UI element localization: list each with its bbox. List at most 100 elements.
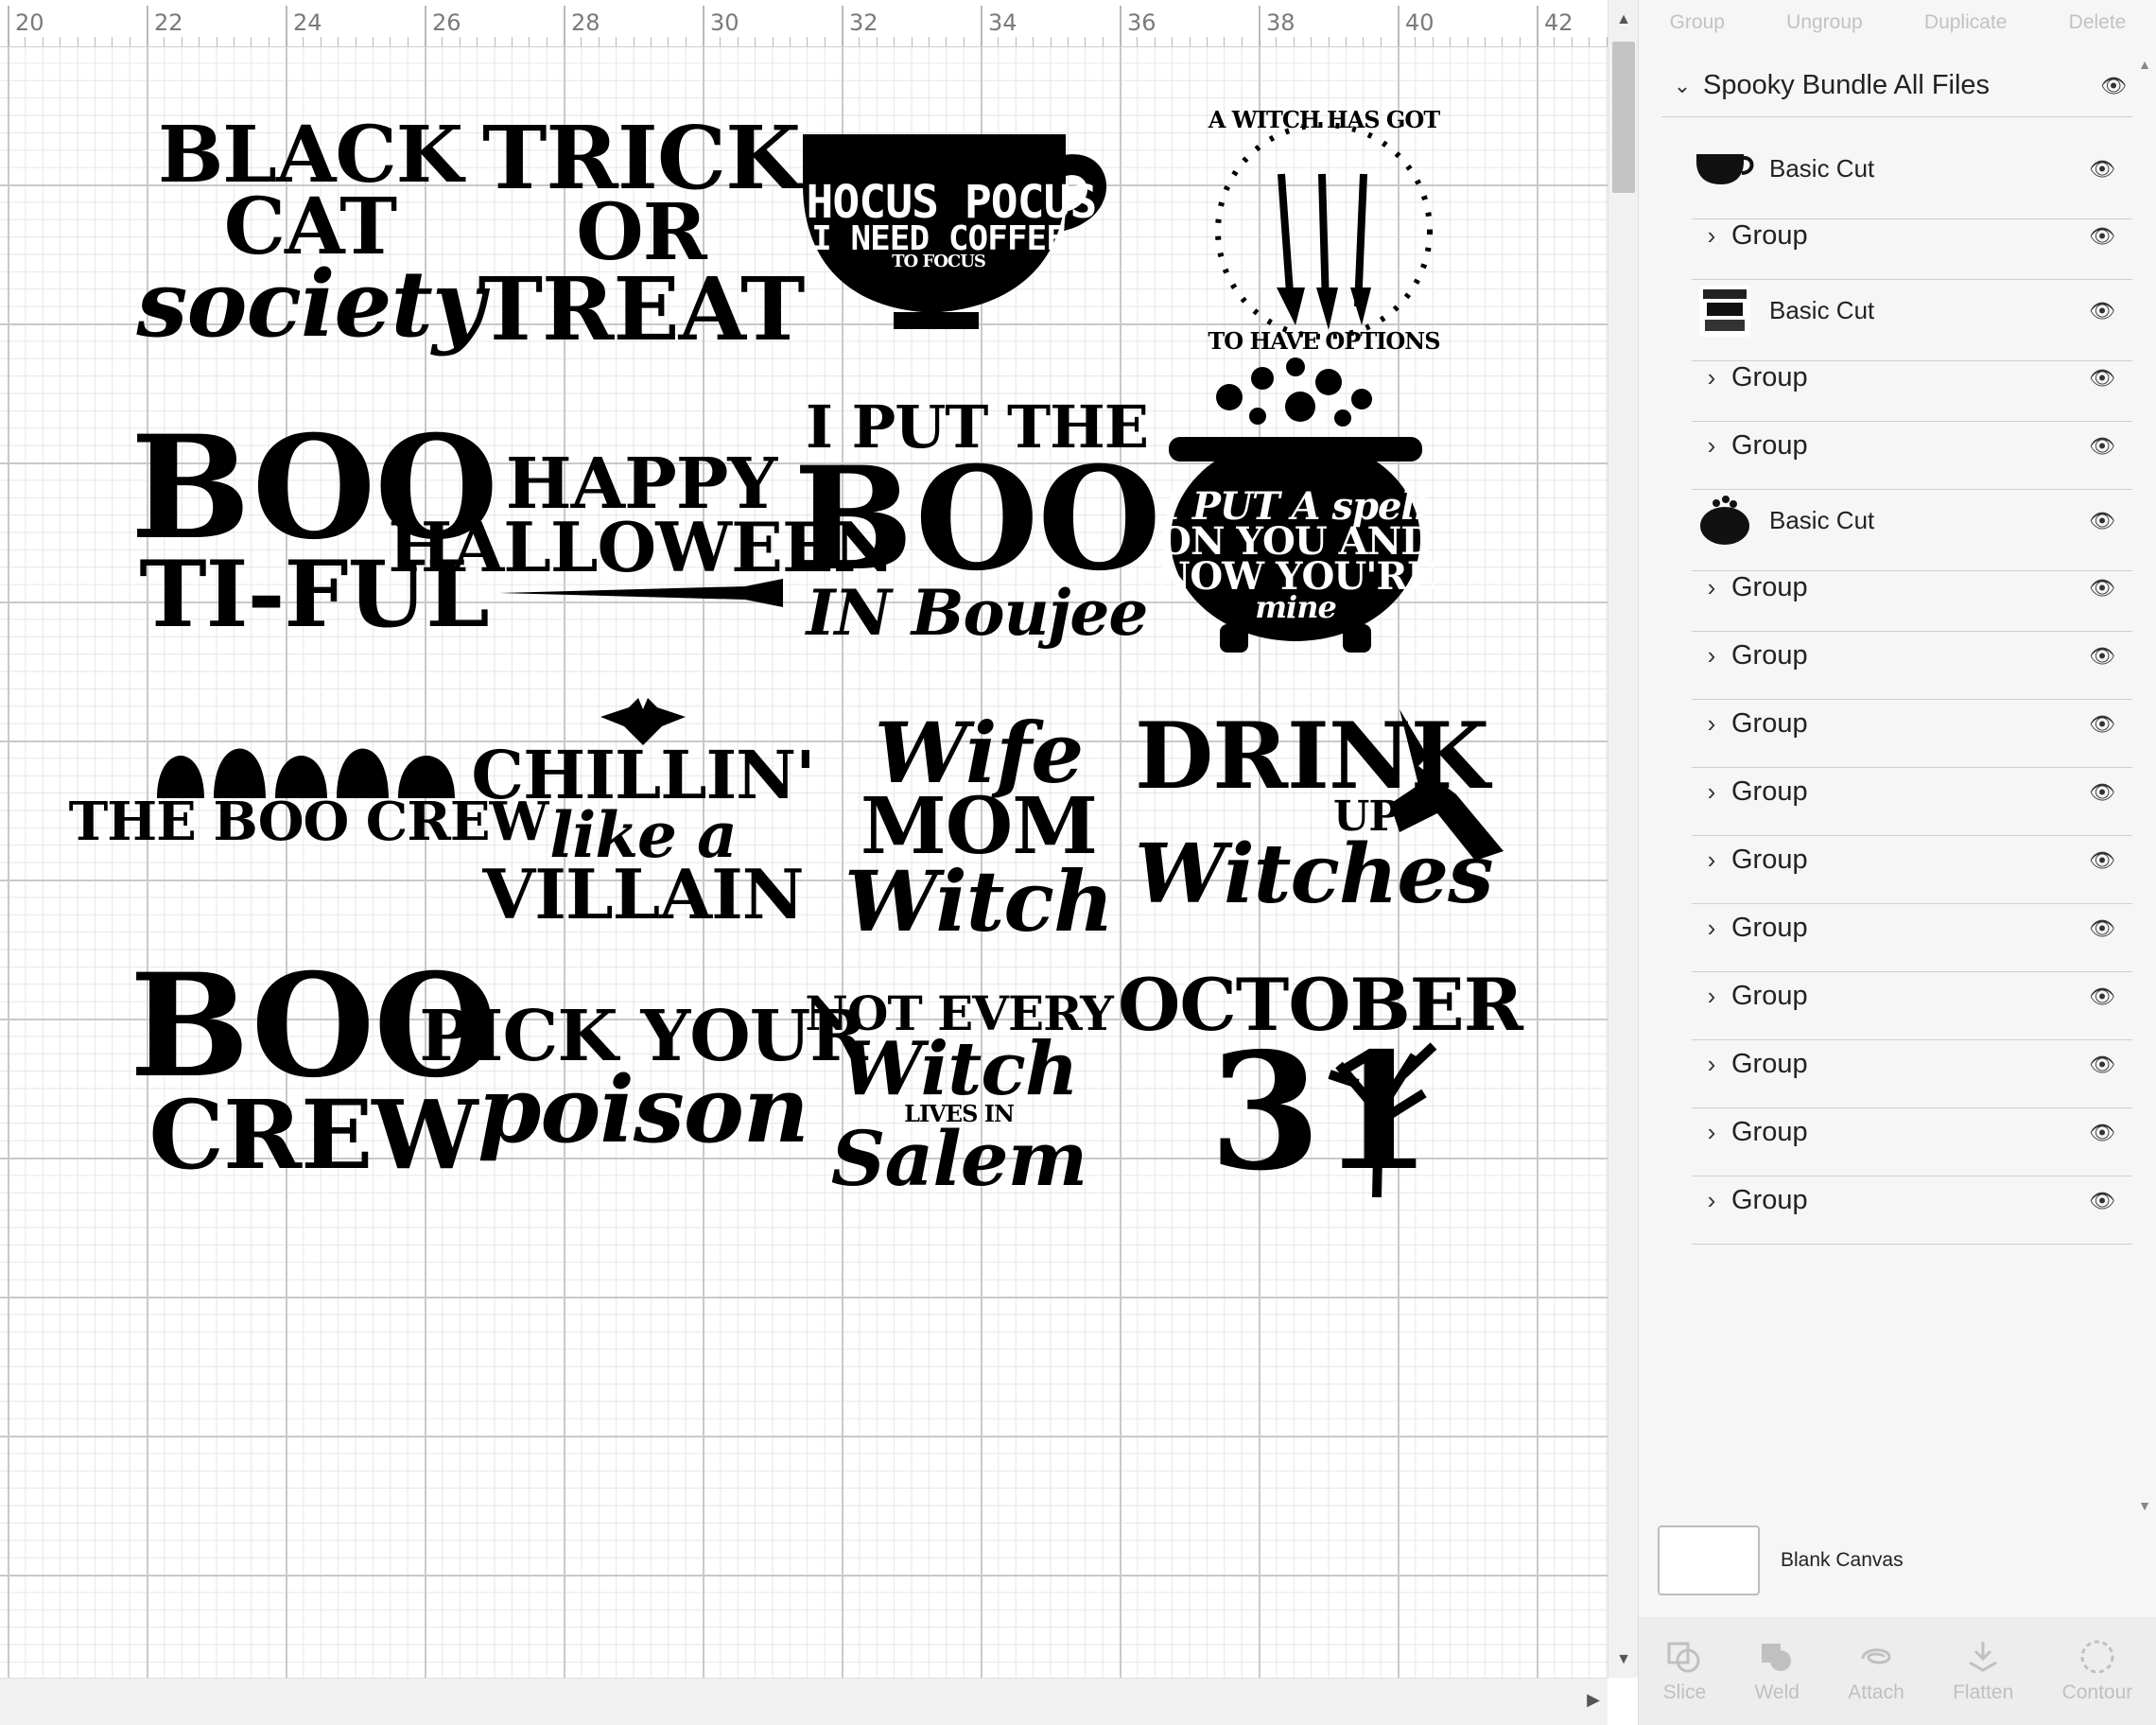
visibility-eye-icon[interactable]: 👁: [2083, 1121, 2121, 1145]
ruler-minor-tick: [1363, 37, 1365, 46]
design-october-31[interactable]: OCTOBER 31: [1118, 942, 1523, 1216]
design-black-cat-society[interactable]: BLACK CAT society: [136, 87, 484, 380]
design-text: CREW: [148, 1079, 478, 1191]
slice-button[interactable]: Slice: [1663, 1638, 1706, 1704]
design-boo-in-boujee[interactable]: I PUT THE BOO IN Boujee: [793, 365, 1161, 677]
design-boo-crew[interactable]: BOO CREW: [130, 942, 497, 1197]
design-text: HOCUS POCUS: [806, 176, 1098, 230]
blank-canvas-row[interactable]: Blank Canvas: [1639, 1511, 2156, 1610]
ruler-minor-tick: [511, 37, 513, 46]
design-text: TRICK: [481, 106, 801, 209]
canvas-vertical-scrollbar[interactable]: ▲ ▼: [1608, 0, 1638, 1678]
design-canvas[interactable]: 20 22 24 26 28 30 32 34 36 38 40 42 BLACK CAT socie…: [0, 0, 1638, 1725]
chevron-right-icon[interactable]: ›: [1692, 431, 1731, 461]
scroll-up-icon[interactable]: ▲: [1608, 11, 1638, 28]
scroll-up-icon[interactable]: ▲: [2137, 57, 2152, 72]
layer-label: Group: [1731, 572, 1808, 602]
ruler-major-tick: [147, 6, 148, 46]
ruler-minor-tick: [25, 37, 26, 46]
visibility-eye-icon[interactable]: 👁: [2083, 984, 2121, 1009]
ruler-minor-tick: [1293, 37, 1295, 46]
flatten-button[interactable]: Flatten: [1953, 1638, 2013, 1704]
ruler-minor-tick: [303, 37, 304, 46]
ruler-minor-tick: [60, 37, 61, 46]
ruler-minor-tick: [1137, 37, 1139, 46]
visibility-eye-icon[interactable]: 👁: [2083, 576, 2121, 601]
layers-scrollbar[interactable]: ▲ ▼: [2137, 57, 2152, 1513]
chevron-right-icon[interactable]: ›: [1692, 1050, 1731, 1079]
ruler-minor-tick: [494, 37, 496, 46]
chevron-right-icon[interactable]: ›: [1692, 709, 1731, 739]
visibility-eye-icon[interactable]: 👁: [2083, 434, 2121, 459]
broom-icon: [499, 579, 783, 608]
layer-row-group[interactable]: › Group 👁: [1692, 1158, 2132, 1245]
layer-label: Group: [1731, 708, 1808, 739]
delete-button[interactable]: Delete: [2069, 0, 2127, 34]
ruler-minor-tick: [1067, 37, 1069, 46]
visibility-eye-icon[interactable]: 👁: [2095, 74, 2132, 98]
layer-thumbnail: [1692, 141, 1758, 198]
chevron-right-icon[interactable]: ›: [1692, 573, 1731, 602]
scrollbar-thumb[interactable]: [1612, 42, 1635, 193]
chevron-down-icon[interactable]: ⌄: [1661, 74, 1703, 98]
ruler-label: 36: [1127, 9, 1156, 36]
design-drink-up-witches[interactable]: DRINK UP Witches: [1135, 700, 1504, 927]
ruler-major-tick: [1259, 6, 1261, 46]
ruler-minor-tick: [459, 37, 461, 46]
design-trick-or-treat[interactable]: TRICK OR TREAT: [478, 87, 806, 380]
design-text: Witch: [840, 1026, 1078, 1113]
design-pick-your-poison[interactable]: PICK YOUR poison: [419, 984, 868, 1173]
canvas-grid[interactable]: BLACK CAT society TRICK OR TREAT HOCUS P…: [0, 47, 1608, 1678]
visibility-eye-icon[interactable]: 👁: [2083, 509, 2121, 533]
layer-group-header[interactable]: ⌄ Spooky Bundle All Files 👁: [1661, 55, 2132, 117]
design-happy-halloween[interactable]: HAPPY HALLOWEEN: [388, 407, 895, 653]
chevron-right-icon[interactable]: ›: [1692, 641, 1731, 671]
visibility-eye-icon[interactable]: 👁: [2083, 780, 2121, 805]
chevron-right-icon[interactable]: ›: [1692, 363, 1731, 392]
chevron-right-icon[interactable]: ›: [1692, 221, 1731, 251]
ruler-label: 40: [1405, 9, 1434, 36]
visibility-eye-icon[interactable]: 👁: [2083, 366, 2121, 391]
design-witch-has-options[interactable]: A WITCH HAS GOT TO HAVE OPTIONS: [1201, 89, 1447, 373]
scroll-right-icon[interactable]: ▶: [1587, 1690, 1600, 1710]
design-chillin-villain[interactable]: CHILLIN' like a VILLAIN: [471, 675, 816, 950]
visibility-eye-icon[interactable]: 👁: [2083, 1053, 2121, 1077]
group-button[interactable]: Group: [1670, 0, 1725, 34]
visibility-eye-icon[interactable]: 👁: [2083, 644, 2121, 669]
ungroup-button[interactable]: Ungroup: [1786, 0, 1863, 34]
chevron-right-icon[interactable]: ›: [1692, 845, 1731, 875]
horizontal-ruler: 20 22 24 26 28 30 32 34 36 38 40 42: [0, 0, 1608, 47]
canvas-color-swatch[interactable]: [1658, 1525, 1760, 1595]
chevron-right-icon[interactable]: ›: [1692, 914, 1731, 943]
attach-button[interactable]: Attach: [1848, 1638, 1904, 1704]
chevron-right-icon[interactable]: ›: [1692, 1118, 1731, 1147]
design-wife-mom-witch[interactable]: Wife MOM Witch: [844, 690, 1114, 965]
visibility-eye-icon[interactable]: 👁: [2083, 299, 2121, 323]
design-not-every-witch[interactable]: NOT EVERY Witch LIVES IN Salem: [805, 970, 1114, 1216]
visibility-eye-icon[interactable]: 👁: [2083, 712, 2121, 737]
canvas-horizontal-scrollbar[interactable]: ▶: [0, 1678, 1608, 1725]
visibility-eye-icon[interactable]: 👁: [2083, 1189, 2121, 1213]
ruler-minor-tick: [1050, 37, 1052, 46]
visibility-eye-icon[interactable]: 👁: [2083, 224, 2121, 249]
contour-button[interactable]: Contour: [2062, 1638, 2132, 1704]
chevron-right-icon[interactable]: ›: [1692, 777, 1731, 807]
chevron-right-icon[interactable]: ›: [1692, 1186, 1731, 1215]
ruler-minor-tick: [1519, 37, 1521, 46]
ruler-major-tick: [1537, 6, 1539, 46]
ruler-minor-tick: [164, 37, 165, 46]
visibility-eye-icon[interactable]: 👁: [2083, 157, 2121, 182]
design-spell-cauldron[interactable]: I PUT A spell ON YOU AND NOW YOU'RE mine: [1156, 350, 1435, 671]
visibility-eye-icon[interactable]: 👁: [2083, 916, 2121, 941]
design-hocus-pocus-cup[interactable]: HOCUS POCUS I NEED COFFEE TO FOCUS: [799, 127, 1116, 344]
chevron-right-icon[interactable]: ›: [1692, 982, 1731, 1011]
visibility-eye-icon[interactable]: 👁: [2083, 848, 2121, 873]
design-the-boo-crew[interactable]: THE BOO CREW: [69, 690, 548, 880]
layer-list: ⌄ Spooky Bundle All Files 👁 Basic Cut 👁 › G…: [1652, 49, 2144, 1506]
ruler-minor-tick: [199, 37, 200, 46]
scroll-down-icon[interactable]: ▼: [1608, 1651, 1638, 1668]
ruler-minor-tick: [407, 37, 409, 46]
layer-label: Group: [1731, 430, 1808, 461]
weld-button[interactable]: Weld: [1754, 1638, 1800, 1704]
duplicate-button[interactable]: Duplicate: [1924, 0, 2008, 34]
